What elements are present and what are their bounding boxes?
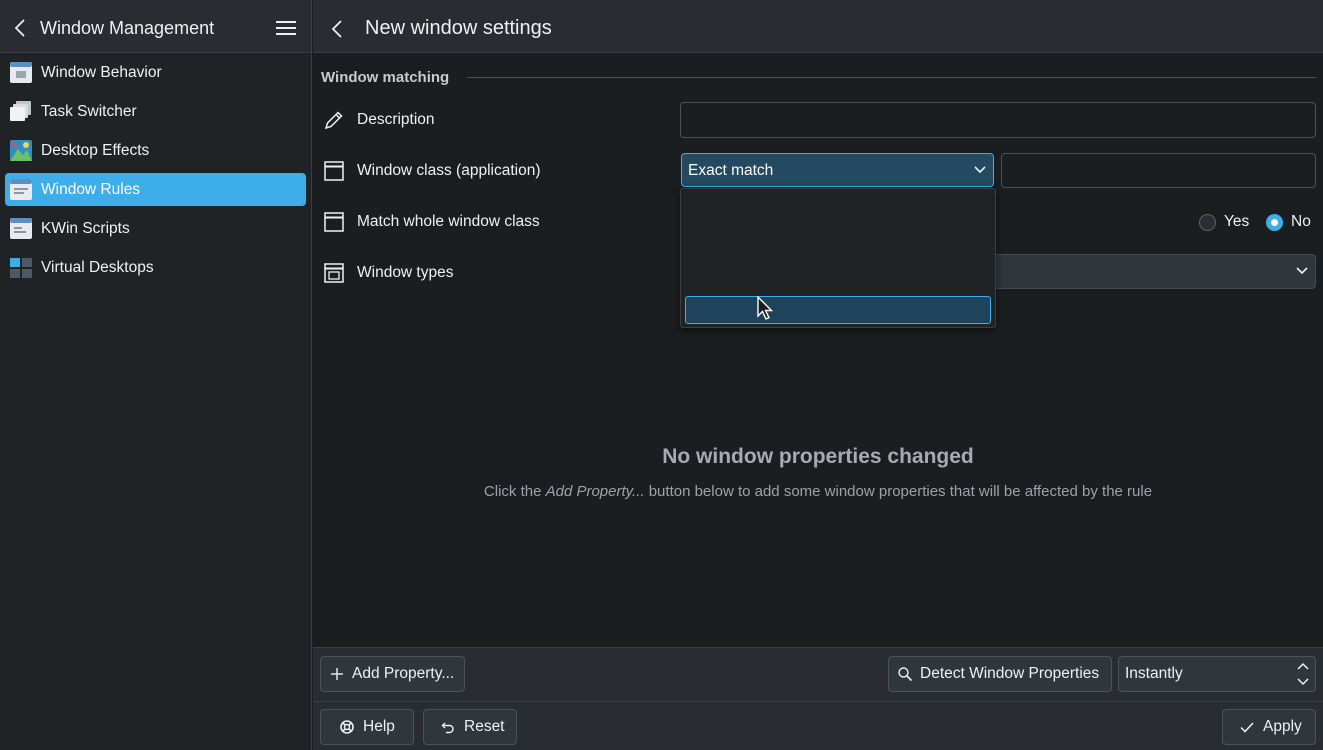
checkmark-icon <box>1240 722 1254 733</box>
empty-state-title: No window properties changed <box>662 445 974 468</box>
reset-button[interactable]: Reset <box>423 709 517 745</box>
dropdown-highlighted-option[interactable] <box>685 296 991 324</box>
virtual-desktops-icon <box>10 258 32 278</box>
window-icon <box>324 212 344 232</box>
window-behavior-icon <box>10 62 32 83</box>
kwin-scripts-icon <box>10 218 32 239</box>
sidebar-item-label: Task Switcher <box>41 103 137 120</box>
window-class-label: Window class (application) <box>357 162 541 179</box>
sidebar-item-window-rules[interactable]: Window Rules <box>5 173 306 206</box>
undo-icon <box>441 722 454 734</box>
back-arrow-icon[interactable] <box>327 18 347 40</box>
window-rules-icon <box>10 179 32 200</box>
sidebar-item-virtual-desktops[interactable]: Virtual Desktops <box>5 251 306 284</box>
back-arrow-icon[interactable] <box>10 17 30 39</box>
spin-arrows-icon[interactable] <box>1295 661 1311 687</box>
window-icon <box>324 161 344 181</box>
sidebar-item-window-behavior[interactable]: Window Behavior <box>5 56 306 89</box>
no-radio-label[interactable]: No <box>1291 213 1311 231</box>
sidebar-item-label: Desktop Effects <box>41 142 150 159</box>
window-types-icon <box>324 263 344 283</box>
window-types-label: Window types <box>357 264 454 281</box>
sidebar-item-task-switcher[interactable]: Task Switcher <box>5 95 306 128</box>
task-switcher-icon <box>10 101 31 121</box>
detect-window-properties-button[interactable]: Detect Window Properties <box>888 656 1112 692</box>
sidebar-item-kwin-scripts[interactable]: KWin Scripts <box>5 212 306 245</box>
window-class-input[interactable] <box>1001 153 1316 188</box>
radio-selected-dot <box>1271 219 1278 226</box>
help-lifebuoy-icon <box>340 720 354 734</box>
search-icon <box>898 667 913 682</box>
help-button[interactable]: Help <box>320 709 414 745</box>
sidebar-item-label: Virtual Desktops <box>41 259 154 276</box>
section-title: Window matching <box>321 69 450 86</box>
apply-button[interactable]: Apply <box>1222 709 1316 745</box>
chevron-down-icon <box>974 166 986 174</box>
pencil-icon <box>324 111 343 130</box>
section-divider <box>467 77 1316 78</box>
desktop-effects-icon <box>10 140 32 161</box>
add-property-button[interactable]: Add Property... <box>320 656 465 692</box>
sidebar-item-label: KWin Scripts <box>41 220 130 237</box>
yes-radio[interactable] <box>1199 214 1216 231</box>
sidebar-item-label: Window Rules <box>41 181 141 198</box>
sidebar-title: Window Management <box>40 18 215 38</box>
sidebar-item-label: Window Behavior <box>41 64 162 81</box>
match-whole-class-label: Match whole window class <box>357 213 540 230</box>
page-title: New window settings <box>365 17 552 39</box>
empty-state-text: Click the Add Property... button below t… <box>483 483 1153 500</box>
description-label: Description <box>357 111 435 128</box>
description-input[interactable] <box>680 102 1316 138</box>
mouse-cursor-icon <box>757 296 774 320</box>
window-class-match-value: Exact match <box>688 162 774 179</box>
sidebar-item-desktop-effects[interactable]: Desktop Effects <box>5 134 306 167</box>
plus-icon <box>331 668 343 680</box>
chevron-down-icon <box>1296 267 1308 275</box>
detect-delay-value: Instantly <box>1125 665 1183 682</box>
hamburger-menu-icon[interactable] <box>275 19 297 37</box>
yes-radio-label[interactable]: Yes <box>1224 213 1249 231</box>
window-types-combobox[interactable] <box>996 254 1316 289</box>
